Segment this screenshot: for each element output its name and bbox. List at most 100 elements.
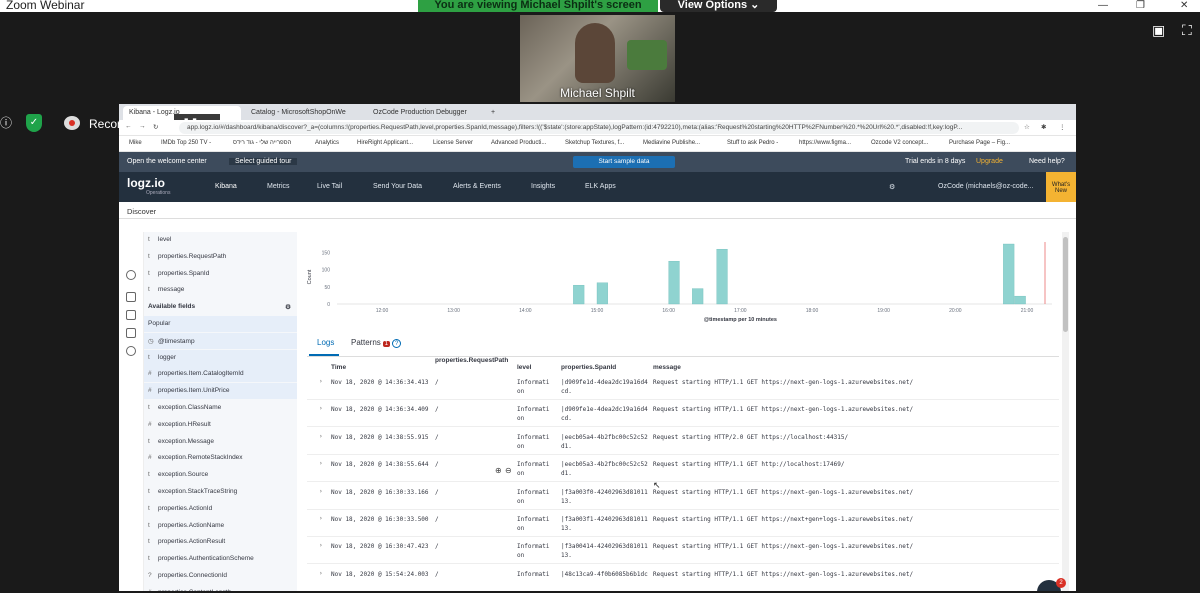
available-fields-header[interactable]: Available fields ⚙ <box>144 299 297 315</box>
bookmark-item[interactable]: Stuff to ask Pedro - <box>727 140 778 146</box>
clock-icon[interactable] <box>126 270 136 280</box>
tab-logs[interactable]: Logs <box>317 338 334 347</box>
bookmark-item[interactable]: Sketchup Textures, f... <box>565 140 624 146</box>
selected-field-item[interactable]: t level <box>144 232 297 248</box>
available-field-item[interactable]: t properties.ActionResult <box>144 534 297 550</box>
nav-kibana[interactable]: Kibana <box>215 183 237 190</box>
bookmark-star-icon[interactable]: ☆ <box>1024 123 1030 131</box>
gear-icon[interactable]: ⚙ <box>889 183 895 191</box>
visualize-icon[interactable] <box>126 292 136 302</box>
available-field-item[interactable]: t properties.ActionName <box>144 518 297 534</box>
selected-field-item[interactable]: t properties.RequestPath <box>144 249 297 265</box>
layout-icon[interactable]: ▣ <box>1152 22 1165 39</box>
available-field-item[interactable]: ◷ @timestamp <box>144 332 297 349</box>
settings-icon[interactable] <box>126 346 136 356</box>
expand-chevron-icon[interactable]: › <box>319 460 323 467</box>
available-field-item[interactable]: t exception.StackTraceString <box>144 484 297 500</box>
upgrade-link[interactable]: Upgrade <box>976 158 1003 165</box>
logz-logo[interactable]: logz.io <box>127 176 165 190</box>
expand-chevron-icon[interactable]: › <box>319 378 323 385</box>
available-field-item[interactable]: ? properties.ConnectionId <box>144 568 297 584</box>
bookmark-item[interactable]: הספרייה שלי - גוד רידס <box>233 140 291 146</box>
column-header-time[interactable]: Time <box>331 364 346 371</box>
filter-out-value-icon[interactable]: ⊖ <box>505 466 512 475</box>
expand-chevron-icon[interactable]: › <box>319 515 323 522</box>
page-scrollbar[interactable] <box>1062 232 1069 591</box>
browser-tab-ozcode[interactable]: OzCode Production Debugger <box>367 106 485 120</box>
close-icon[interactable]: ✕ <box>1180 0 1188 11</box>
need-help-link[interactable]: Need help? <box>1029 158 1065 165</box>
fullscreen-icon[interactable]: ⛶ <box>1182 22 1192 39</box>
bookmark-item[interactable]: HireRight Applicant... <box>357 140 413 146</box>
expand-chevron-icon[interactable]: › <box>319 405 323 412</box>
column-header-level[interactable]: level <box>517 364 531 371</box>
selected-field-item[interactable]: t message <box>144 282 297 298</box>
new-tab-button[interactable]: + <box>485 106 501 120</box>
available-field-item[interactable]: t logger <box>144 349 297 366</box>
menu-icon[interactable]: ⋮ <box>1059 123 1066 131</box>
expand-chevron-icon[interactable]: › <box>319 542 323 549</box>
bookmark-item[interactable]: License Server <box>433 140 473 146</box>
filter-for-value-icon[interactable]: ⊕ <box>495 466 502 475</box>
nav-elk-apps[interactable]: ELK Apps <box>585 183 616 190</box>
available-field-item[interactable]: # properties.Item.UnitPrice <box>144 383 297 400</box>
nav-insights[interactable]: Insights <box>531 183 555 190</box>
bookmark-item[interactable]: Advanced Producti... <box>491 140 546 146</box>
available-field-item[interactable]: t exception.ClassName <box>144 400 297 416</box>
bookmark-item[interactable]: Ozcode V2 concept... <box>871 140 928 146</box>
nav-live-tail[interactable]: Live Tail <box>317 183 342 190</box>
available-field-item[interactable]: # properties.Item.CatalogItemId <box>144 366 297 383</box>
table-row[interactable]: › Nov 18, 2020 @ 16:30:33.500 / Informati o… <box>307 510 1059 537</box>
dashboard-icon[interactable] <box>126 310 136 320</box>
column-header-message[interactable]: message <box>653 364 681 371</box>
expand-chevron-icon[interactable]: › <box>319 488 323 495</box>
nav-send-your-data[interactable]: Send Your Data <box>373 183 422 190</box>
selected-field-item[interactable]: t properties.SpanId <box>144 266 297 282</box>
reload-icon[interactable]: ↻ <box>153 123 158 131</box>
account-menu[interactable]: OzCode (michaels@oz-code... <box>938 183 1033 190</box>
available-field-item[interactable]: t exception.Source <box>144 467 297 483</box>
column-header-span-id[interactable]: properties.SpanId <box>561 364 616 371</box>
bookmark-item[interactable]: Analytics <box>315 140 339 146</box>
available-field-item[interactable]: t exception.Message <box>144 434 297 450</box>
url-field[interactable]: app.logz.io/#/dashboard/kibana/discover?… <box>179 122 1019 134</box>
table-row[interactable]: › Nov 18, 2020 @ 14:38:55.915 / Informati o… <box>307 428 1059 455</box>
field-settings-icon[interactable]: ⚙ <box>285 303 291 311</box>
table-row[interactable]: › Nov 18, 2020 @ 16:30:33.166 / Informati o… <box>307 483 1059 510</box>
whats-new-button[interactable]: What's New <box>1046 172 1076 202</box>
table-row[interactable]: › Nov 18, 2020 @ 14:38:55.644 / Informati o… <box>307 455 1059 483</box>
column-header-request-path[interactable]: properties.RequestPath <box>435 357 508 364</box>
tab-patterns[interactable]: Patterns 1? <box>351 338 402 348</box>
bookmark-item[interactable]: IMDb Top 250 TV - <box>161 140 211 146</box>
forward-icon[interactable]: → <box>139 123 146 130</box>
table-row[interactable]: › Nov 18, 2020 @ 15:54:24.003 / Informati |4… <box>307 565 1059 591</box>
table-row[interactable]: › Nov 18, 2020 @ 14:36:34.409 / Informati o… <box>307 400 1059 428</box>
back-icon[interactable]: ← <box>125 123 132 130</box>
start-sample-data-button[interactable]: Start sample data <box>573 156 675 168</box>
security-shield-icon[interactable]: ✓ <box>26 114 42 132</box>
nav-metrics[interactable]: Metrics <box>267 183 290 190</box>
expand-chevron-icon[interactable]: › <box>319 570 323 577</box>
view-options-button[interactable]: View Options ⌄ <box>660 0 777 12</box>
info-icon[interactable]: ⓘ <box>0 114 12 131</box>
scroll-thumb[interactable] <box>1063 237 1068 332</box>
help-icon[interactable]: ? <box>392 339 402 348</box>
available-field-item[interactable]: t properties.ActionId <box>144 501 297 517</box>
expand-chevron-icon[interactable]: › <box>319 433 323 440</box>
maximize-icon[interactable]: ❐ <box>1136 0 1145 11</box>
bookmark-item[interactable]: Mike <box>129 140 142 146</box>
table-row[interactable]: › Nov 18, 2020 @ 16:30:47.423 / Informati o… <box>307 537 1059 565</box>
extensions-icon[interactable]: ✱ <box>1041 123 1046 131</box>
minimize-icon[interactable]: — <box>1098 0 1108 11</box>
available-field-item[interactable]: # exception.HResult <box>144 417 297 433</box>
available-field-item[interactable]: #properties.ContentLength <box>144 585 297 591</box>
welcome-center-link[interactable]: Open the welcome center <box>127 158 207 165</box>
nav-alerts-events[interactable]: Alerts & Events <box>453 183 501 190</box>
shield-icon[interactable] <box>126 328 136 338</box>
bookmark-item[interactable]: https://www.figma... <box>799 140 851 146</box>
guided-tour-select[interactable]: Select guided tour <box>229 158 298 165</box>
browser-tab-catalog[interactable]: Catalog - MicrosoftShopOnWe <box>245 106 363 120</box>
available-field-item[interactable]: t properties.AuthenticationScheme <box>144 551 297 567</box>
bookmark-item[interactable]: Mediavine Publishe... <box>643 140 700 146</box>
table-row[interactable]: › Nov 18, 2020 @ 14:36:34.413 / Informati o… <box>307 373 1059 400</box>
